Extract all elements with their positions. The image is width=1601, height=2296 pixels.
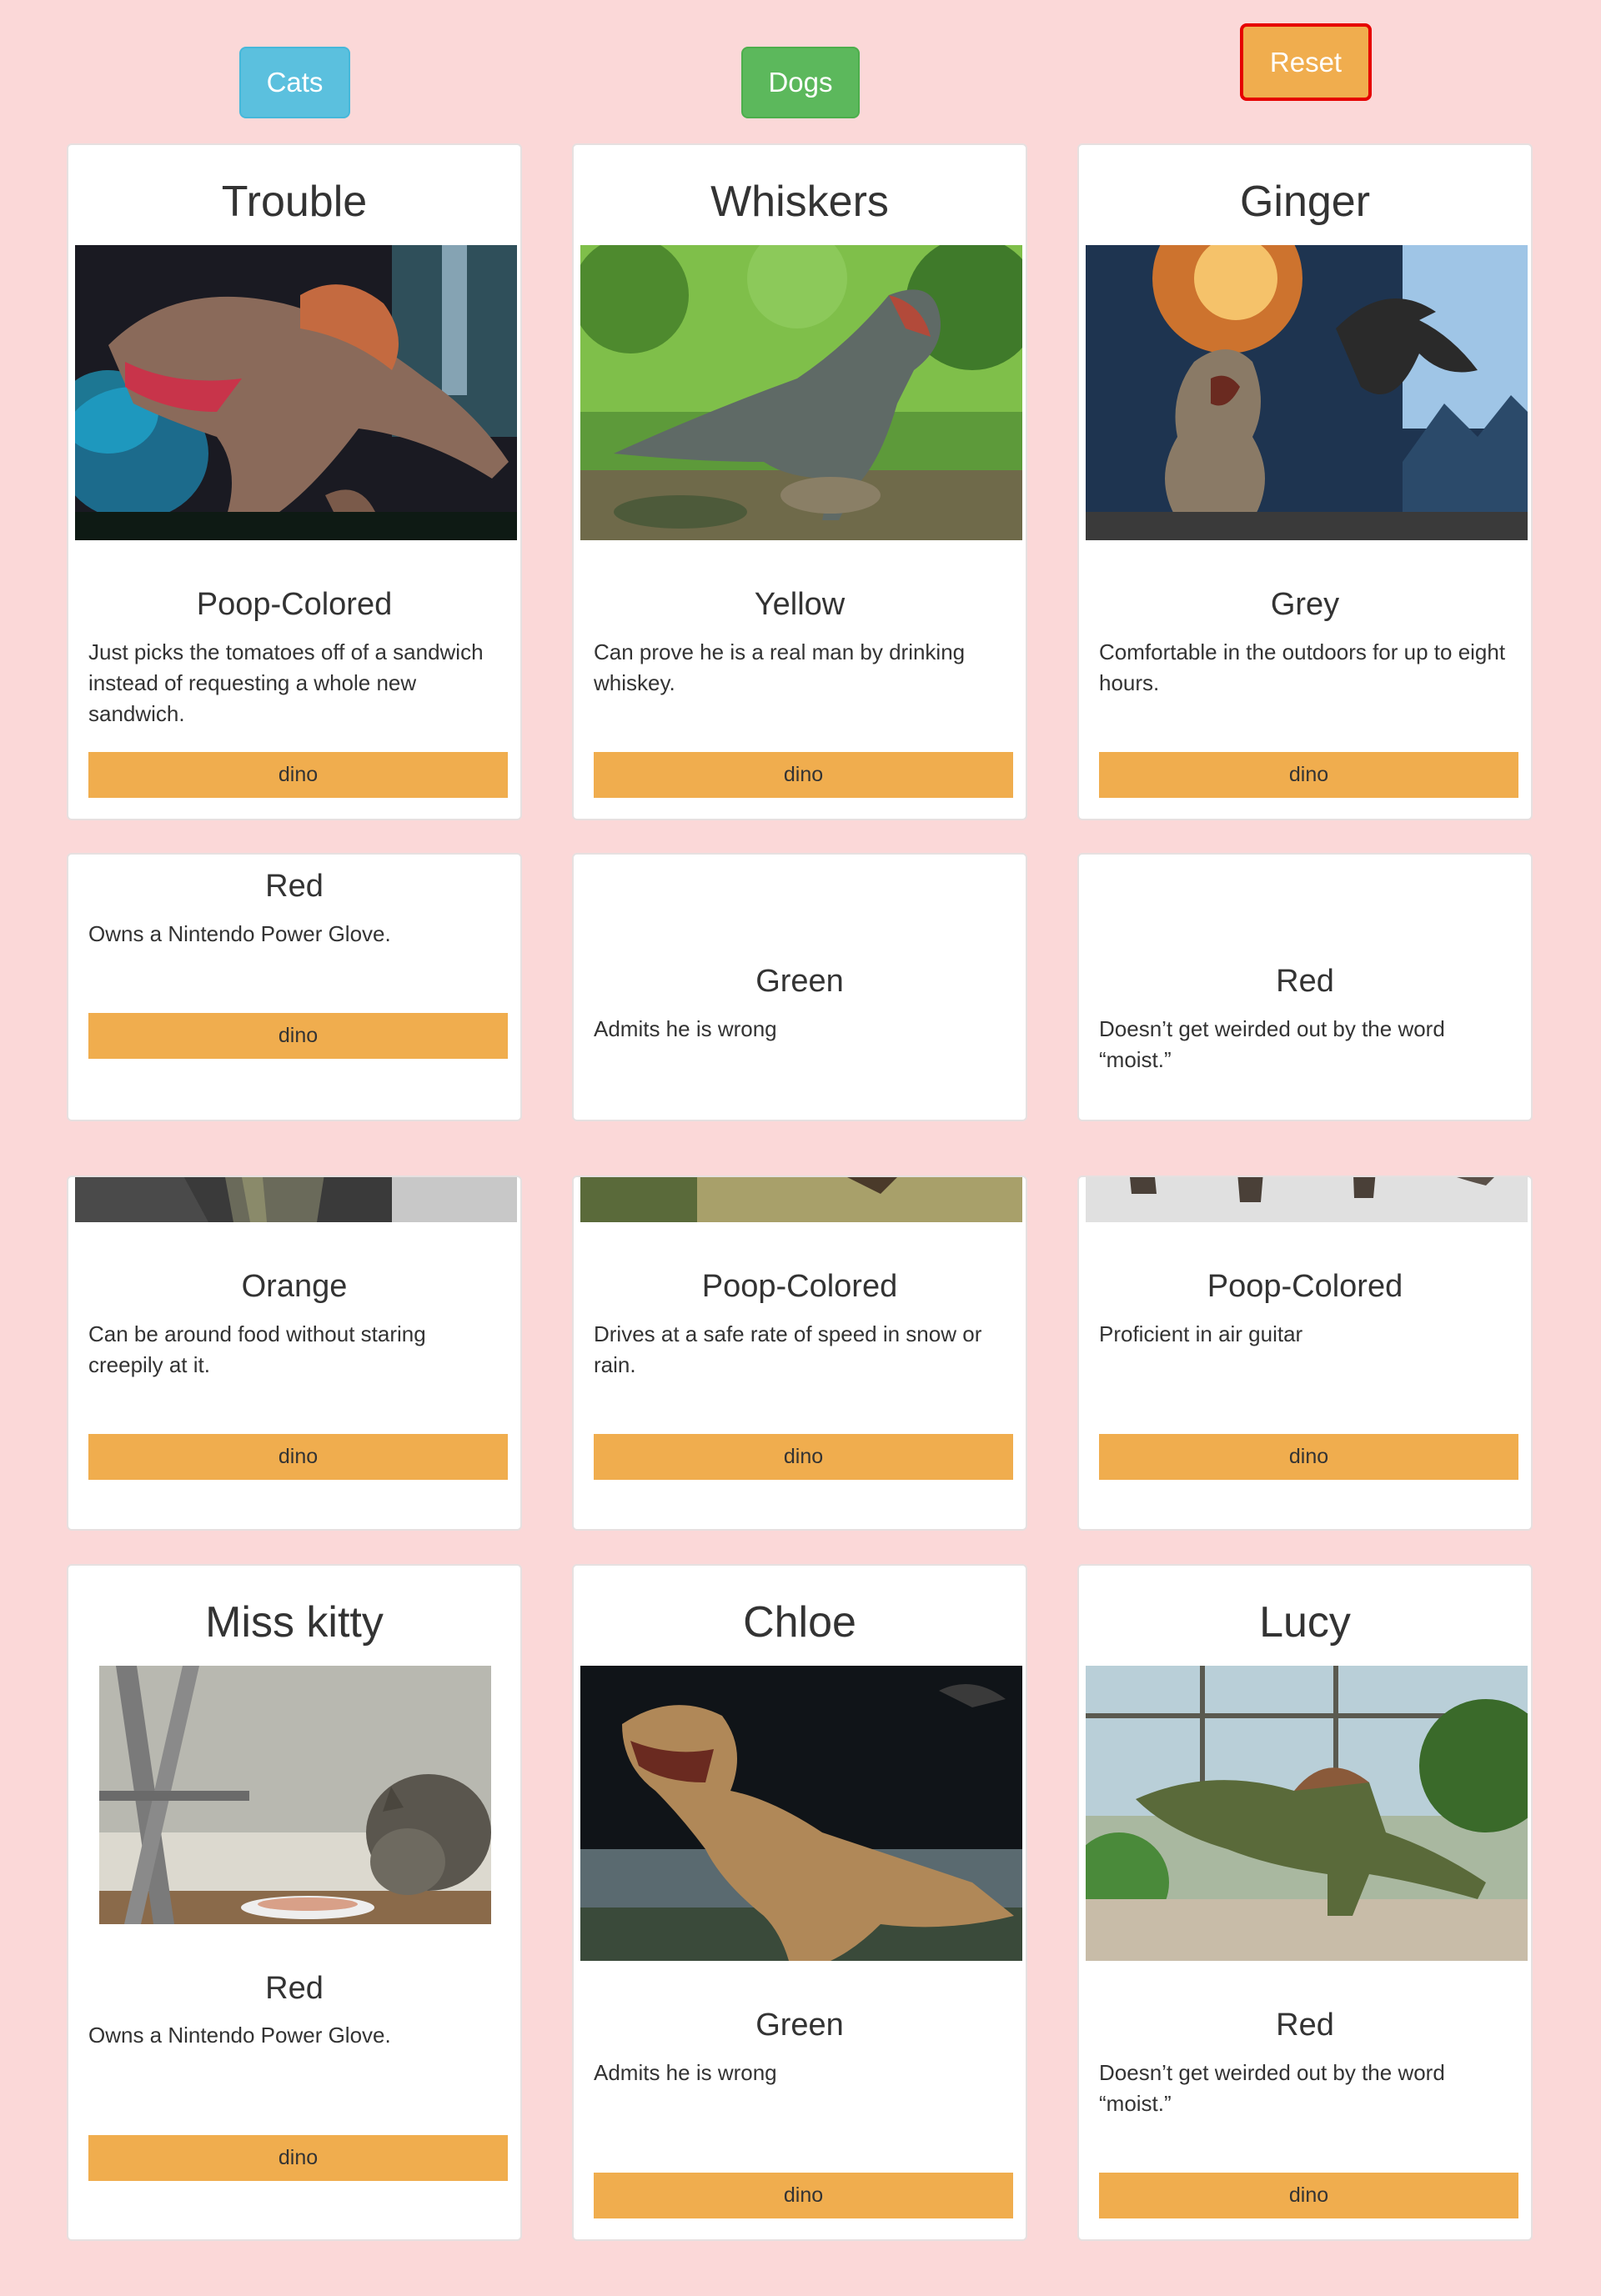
pet-photo	[99, 1666, 491, 1924]
pet-photo	[75, 245, 517, 540]
reset-button[interactable]: Reset	[1240, 23, 1372, 101]
dino-legs-photo	[1086, 1177, 1528, 1222]
pet-color: Green	[755, 2008, 844, 2043]
dino-button[interactable]: dino	[1099, 1434, 1518, 1480]
pet-name: Trouble	[221, 178, 368, 226]
pet-photo	[75, 1177, 517, 1222]
dino-button[interactable]: dino	[88, 1434, 508, 1480]
pet-photo	[1086, 245, 1528, 540]
pet-card: Green Admits he is wrong dino	[572, 853, 1027, 1121]
dino-button[interactable]: dino	[88, 2135, 508, 2181]
pet-card: Red Owns a Nintendo Power Glove. dino	[67, 853, 522, 1121]
pet-name: Lucy	[1259, 1598, 1351, 1647]
dino-button[interactable]: dino	[88, 752, 508, 798]
dino-button[interactable]: dino	[1099, 2173, 1518, 2218]
spinosaurus-photo	[75, 245, 517, 540]
pet-name: Ginger	[1239, 178, 1371, 226]
pet-description: Doesn’t get weirded out by the word “moi…	[1099, 1016, 1445, 1072]
pet-card: Poop-Colored Proficient in air guitar di…	[1077, 1176, 1533, 1531]
dino-button[interactable]: dino	[1099, 752, 1518, 798]
dino-button[interactable]: dino	[88, 1013, 508, 1059]
pet-photo	[580, 1666, 1022, 1961]
pet-name: Whiskers	[710, 178, 889, 226]
pet-photo	[1086, 1177, 1528, 1222]
pet-photo	[580, 245, 1022, 540]
pet-name: Miss kitty	[205, 1598, 384, 1647]
cat-eating-photo	[99, 1666, 491, 1924]
dino-button[interactable]: dino	[594, 1434, 1013, 1480]
pet-card: Orange Can be around food without starin…	[67, 1176, 522, 1531]
pet-card: Whiskers Yellow Can prove he is a real m…	[572, 143, 1027, 820]
pet-color: Grey	[1270, 587, 1340, 622]
pet-description: Doesn’t get weirded out by the word “moi…	[1099, 2060, 1445, 2116]
pet-description: Owns a Nintendo Power Glove.	[88, 2023, 391, 2048]
dogs-filter-button[interactable]: Dogs	[741, 47, 860, 118]
pet-card: Miss kitty Red Owns a Nintendo Power Glo…	[67, 1564, 522, 2241]
pet-card: Red Doesn’t get weirded out by the word …	[1077, 853, 1533, 1121]
pet-description: Drives at a safe rate of speed in snow o…	[594, 1321, 982, 1377]
pet-photo	[580, 1177, 1022, 1222]
pet-color: Red	[1276, 2008, 1334, 2043]
t-rex-museum-photo	[580, 1666, 1022, 1961]
dino-button[interactable]: dino	[594, 2173, 1013, 2218]
pet-color: Red	[265, 869, 324, 904]
pet-description: Can be around food without staring creep…	[88, 1321, 426, 1377]
pet-color: Poop-Colored	[701, 1269, 898, 1304]
t-rex-forest-photo	[580, 245, 1022, 540]
pet-description: Owns a Nintendo Power Glove.	[88, 921, 391, 946]
t-rex-pterosaur-photo	[1086, 245, 1528, 540]
cats-filter-button[interactable]: Cats	[239, 47, 350, 118]
pet-color: Orange	[241, 1269, 348, 1304]
pet-card: Poop-Colored Drives at a safe rate of sp…	[572, 1176, 1027, 1531]
pet-description: Just picks the tomatoes off of a sandwic…	[88, 639, 484, 726]
pet-color: Red	[265, 1971, 324, 2006]
pet-name: Chloe	[743, 1598, 856, 1647]
pet-color: Poop-Colored	[196, 587, 393, 622]
pet-card: Ginger Grey Comfortable in the outdoors …	[1077, 143, 1533, 820]
pet-description: Comfortable in the outdoors for up to ei…	[1099, 639, 1506, 695]
spinosaurus-diorama-photo	[1086, 1666, 1528, 1961]
dino-grass-photo	[580, 1177, 1022, 1222]
pet-description: Admits he is wrong	[594, 2060, 777, 2085]
dino-button[interactable]: dino	[594, 752, 1013, 798]
dino-rocks-photo	[75, 1177, 517, 1222]
pet-card: Chloe Green Admits he is wrong dino	[572, 1564, 1027, 2241]
pet-description: Admits he is wrong	[594, 1016, 777, 1041]
pet-color: Yellow	[754, 587, 846, 622]
pet-color: Green	[755, 964, 844, 999]
pet-color: Poop-Colored	[1207, 1269, 1403, 1304]
pet-card: Lucy Red Doesn’t get weirded out by the …	[1077, 1564, 1533, 2241]
pet-description: Can prove he is a real man by drinking w…	[594, 639, 966, 695]
pet-color: Red	[1276, 964, 1334, 999]
pet-card: Trouble Poop-Colored Just picks the toma…	[67, 143, 522, 820]
pet-description: Proficient in air guitar	[1099, 1321, 1303, 1346]
pet-photo	[1086, 1666, 1528, 1961]
